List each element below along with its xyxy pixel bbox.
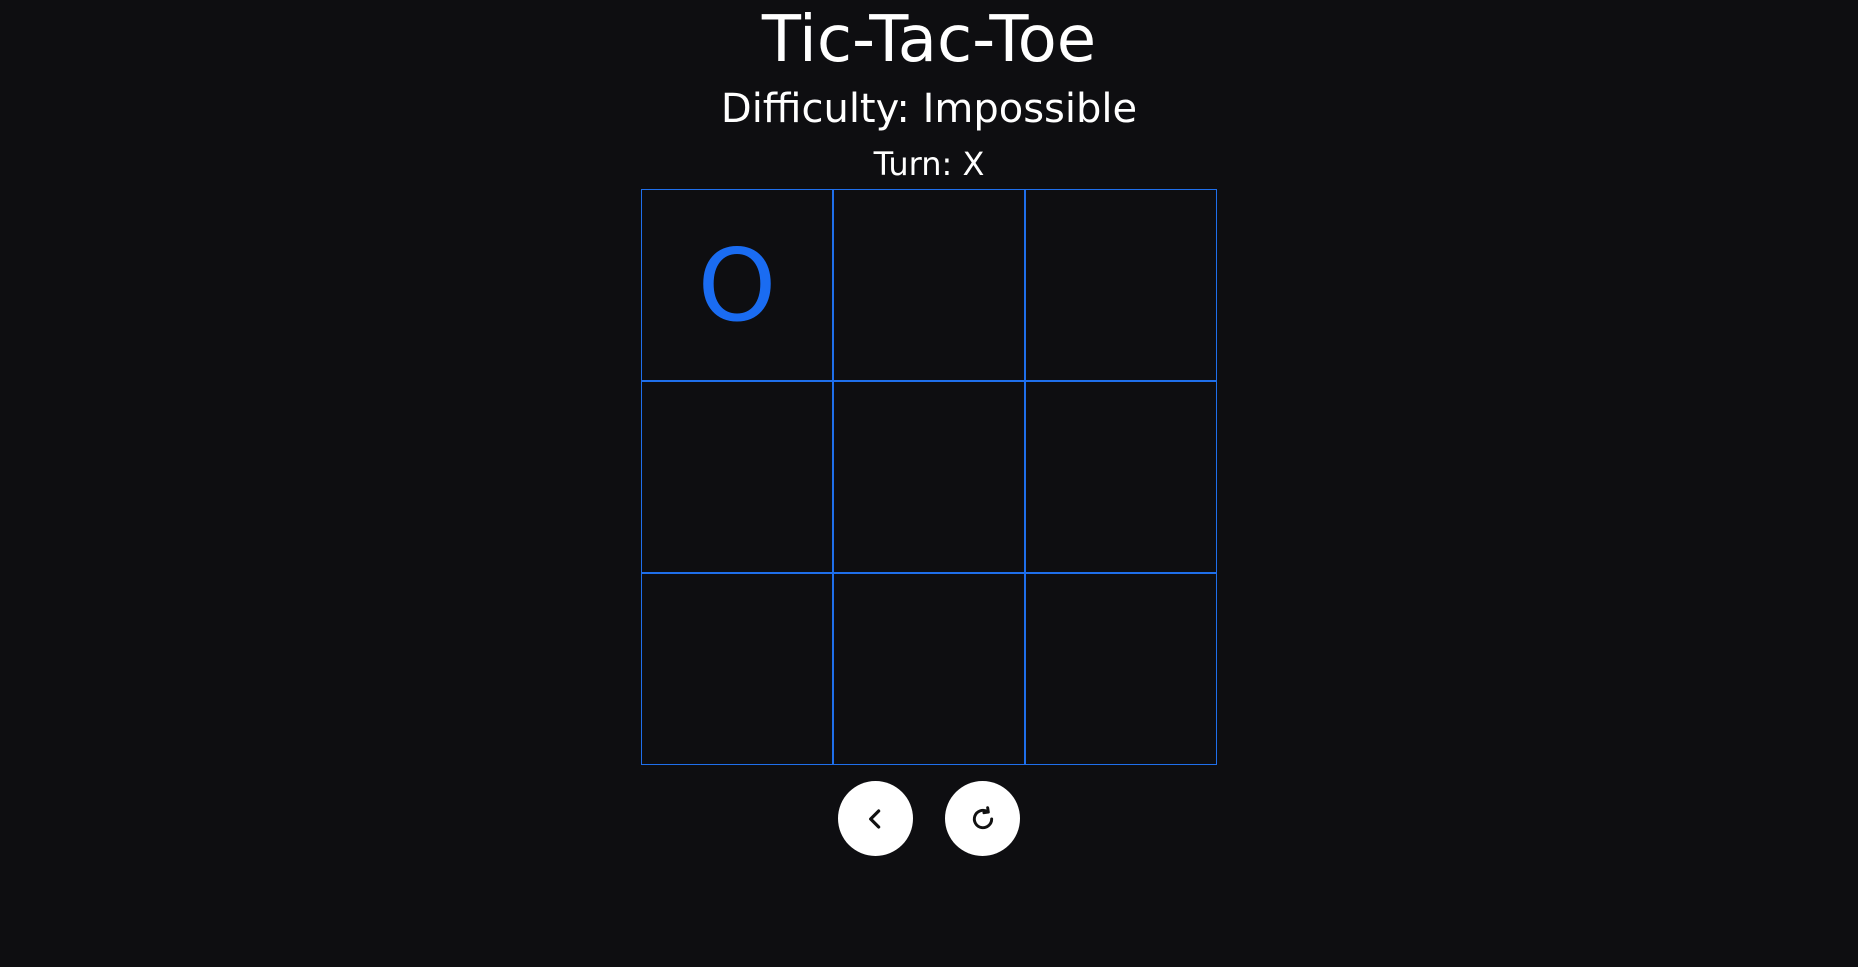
game-title: Tic-Tac-Toe — [761, 3, 1097, 77]
restart-icon — [972, 805, 993, 829]
board-cell-4[interactable] — [833, 381, 1025, 573]
board-cell-3[interactable] — [641, 381, 833, 573]
board-cell-8[interactable] — [1025, 573, 1217, 765]
board-cell-7[interactable] — [833, 573, 1025, 765]
board-cell-5[interactable] — [1025, 381, 1217, 573]
board-cell-6[interactable] — [641, 573, 833, 765]
undo-button[interactable] — [838, 781, 913, 856]
game-controls — [838, 781, 1020, 856]
chevron-left-icon — [868, 808, 880, 829]
difficulty-label: Difficulty: Impossible — [720, 86, 1138, 132]
board-cell-2[interactable] — [1025, 189, 1217, 381]
game-page: Tic-Tac-Toe Difficulty: Impossible Turn:… — [0, 0, 1858, 967]
turn-indicator: Turn: X — [873, 145, 985, 183]
board-cell-1[interactable] — [833, 189, 1025, 381]
game-board: O — [641, 189, 1217, 765]
restart-button[interactable] — [945, 781, 1020, 856]
board-cell-0[interactable]: O — [641, 189, 833, 381]
